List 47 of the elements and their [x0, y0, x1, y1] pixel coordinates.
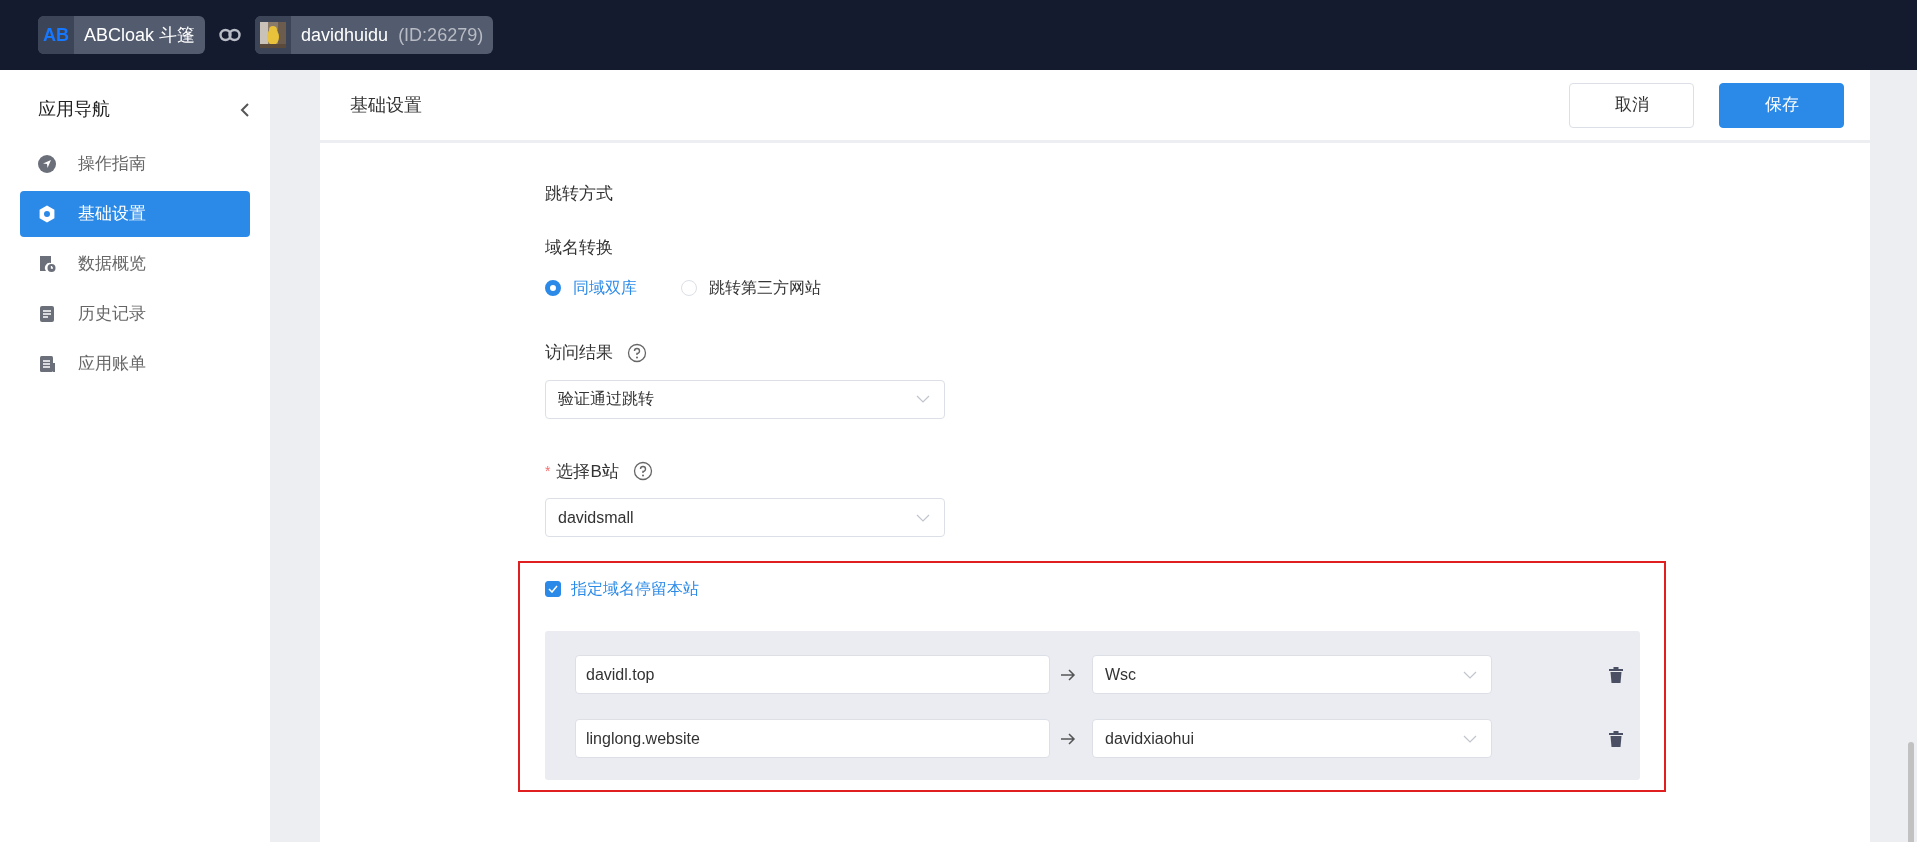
collapse-icon[interactable] — [240, 101, 250, 118]
help-icon — [627, 342, 647, 363]
app-switcher[interactable]: AB ABCloak 斗篷 — [38, 16, 206, 54]
account-id: (ID:26279) — [398, 23, 485, 47]
select-field[interactable]: davidsmall — [545, 498, 945, 537]
field-label: 域名转换 — [545, 236, 614, 259]
domain-field[interactable]: linglong.website — [575, 719, 1050, 758]
delete-icon[interactable] — [1609, 666, 1623, 683]
sidebar-item[interactable]: 应用账单 — [20, 341, 250, 387]
radio-option[interactable]: 同域双库 — [545, 276, 637, 300]
select-field[interactable]: davidxiaohui — [1092, 719, 1492, 758]
select-field[interactable]: 验证通过跳转 — [545, 379, 945, 419]
required-mark: * — [545, 461, 551, 481]
select-field[interactable]: Wsc — [1092, 655, 1492, 694]
account-name: davidhuidu — [300, 23, 390, 47]
dropdown-caret-icon — [1463, 670, 1477, 679]
app-name: ABCloak 斗篷 — [83, 23, 197, 47]
section-title: 跳转方式 — [545, 183, 614, 205]
dropdown-caret-icon — [916, 513, 930, 522]
arrow-icon — [1060, 668, 1076, 681]
sidebar-item[interactable]: 操作指南 — [20, 141, 250, 187]
field-label: 访问结果 — [545, 342, 613, 364]
delete-icon[interactable] — [1609, 730, 1623, 747]
sidebar-item[interactable]: 历史记录 — [20, 291, 250, 337]
field-label: 选择B站 — [556, 460, 619, 483]
domain-field[interactable]: davidl.top — [575, 655, 1050, 694]
dropdown-caret-icon — [916, 395, 930, 403]
sidebar-item[interactable]: 基础设置 — [20, 191, 250, 237]
checkmark-icon — [548, 585, 558, 593]
document-icon — [38, 305, 56, 323]
report-icon — [38, 255, 56, 273]
radio-option[interactable]: 跳转第三方网站 — [681, 276, 821, 300]
settings-icon — [38, 205, 56, 223]
sidebar-item[interactable]: 数据概览 — [20, 241, 250, 287]
page-title: 基础设置 — [350, 93, 422, 117]
sidebar-title: 应用导航 — [38, 98, 110, 121]
app-logo: AB — [38, 16, 74, 54]
help-icon — [632, 461, 653, 482]
receipt-icon — [38, 355, 56, 373]
cancel-button[interactable]: 取消 — [1569, 82, 1694, 128]
account-switcher[interactable]: davidhuidu (ID:26279) — [255, 16, 494, 54]
dropdown-caret-icon — [1463, 734, 1477, 743]
arrow-icon — [1060, 732, 1076, 745]
compass-icon — [38, 155, 56, 173]
checkbox-option[interactable]: 指定域名停留本站 — [545, 577, 1640, 601]
link-icon — [219, 28, 242, 42]
save-button[interactable]: 保存 — [1719, 82, 1844, 128]
